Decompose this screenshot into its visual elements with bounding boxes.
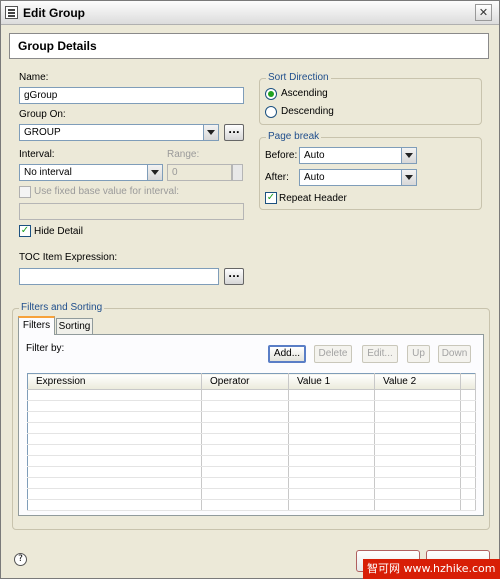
before-combo[interactable]: Auto — [299, 147, 417, 164]
table-row — [27, 455, 476, 467]
before-value: Auto — [304, 150, 325, 161]
chevron-down-icon[interactable] — [203, 125, 218, 140]
interval-combo[interactable]: No interval — [19, 164, 163, 181]
toc-browse-button[interactable]: ... — [224, 268, 244, 285]
fixed-base-field[interactable] — [19, 203, 244, 220]
ascending-radio[interactable] — [265, 88, 277, 100]
tab-sorting[interactable]: Sorting — [56, 318, 93, 335]
chevron-down-icon[interactable] — [401, 170, 416, 185]
ascending-label: Ascending — [281, 88, 328, 99]
table-header-row: Expression Operator Value 1 Value 2 — [27, 373, 476, 390]
edit-button[interactable]: Edit... — [362, 345, 398, 363]
before-label: Before: — [265, 150, 298, 161]
interval-value: No interval — [24, 167, 72, 178]
delete-button[interactable]: Delete — [314, 345, 352, 363]
repeat-header-checkbox[interactable]: ✓ — [265, 192, 277, 204]
edit-group-dialog: Edit Group ✕ Group Details Name: gGroup … — [0, 0, 500, 579]
range-field[interactable]: 0 — [167, 164, 232, 181]
hide-detail-label: Hide Detail — [34, 226, 83, 237]
page-break-title: Page break — [266, 131, 322, 142]
chevron-down-icon[interactable] — [401, 148, 416, 163]
table-row — [27, 488, 476, 500]
table-row — [27, 444, 476, 456]
page-break-group: Page break Before: Auto After: Auto ✓ Re… — [259, 131, 482, 210]
column-header-value2[interactable]: Value 2 — [374, 373, 461, 390]
range-spinner[interactable] — [232, 164, 243, 181]
table-row — [27, 389, 476, 401]
descending-label: Descending — [281, 106, 334, 117]
watermark-banner: 智可网 www.hzhike.com — [363, 559, 500, 579]
filters-table-body — [27, 389, 476, 511]
add-button[interactable]: Add... — [268, 345, 306, 363]
toc-expression-field[interactable] — [19, 268, 219, 285]
after-combo[interactable]: Auto — [299, 169, 417, 186]
table-row — [27, 477, 476, 489]
after-label: After: — [265, 172, 289, 183]
dialog-icon — [5, 6, 18, 19]
group-on-value: GROUP — [24, 127, 61, 138]
up-button[interactable]: Up — [407, 345, 430, 363]
title-bar: Edit Group ✕ — [1, 1, 499, 25]
interval-label: Interval: — [19, 149, 55, 160]
descending-radio[interactable] — [265, 106, 277, 118]
name-label: Name: — [19, 72, 49, 83]
repeat-header-label: Repeat Header — [279, 193, 347, 204]
name-field[interactable]: gGroup — [19, 87, 244, 104]
fixed-base-checkbox[interactable] — [19, 186, 31, 198]
header-title: Group Details — [18, 39, 97, 53]
table-row — [27, 400, 476, 412]
column-header-operator[interactable]: Operator — [201, 373, 289, 390]
toc-label: TOC Item Expression: — [19, 252, 118, 263]
hide-detail-checkbox[interactable]: ✓ — [19, 225, 31, 237]
help-icon[interactable]: ? — [14, 553, 27, 566]
down-button[interactable]: Down — [438, 345, 471, 363]
table-row — [27, 422, 476, 434]
window-title: Edit Group — [23, 6, 85, 20]
tab-filters[interactable]: Filters — [18, 316, 55, 335]
table-row — [27, 433, 476, 445]
group-details-header: Group Details — [9, 33, 489, 59]
group-on-browse-button[interactable]: ... — [224, 124, 244, 141]
group-on-combo[interactable]: GROUP — [19, 124, 219, 141]
filters-table[interactable]: Expression Operator Value 1 Value 2 — [27, 373, 476, 511]
after-value: Auto — [304, 172, 325, 183]
table-row — [27, 411, 476, 423]
range-label: Range: — [167, 149, 200, 160]
table-row — [27, 499, 476, 511]
close-button[interactable]: ✕ — [475, 4, 492, 21]
filter-by-label: Filter by: — [26, 343, 65, 354]
chevron-down-icon[interactable] — [147, 165, 162, 180]
group-on-label: Group On: — [19, 109, 66, 120]
sort-direction-title: Sort Direction — [266, 72, 331, 83]
column-header-value1[interactable]: Value 1 — [288, 373, 375, 390]
table-row — [27, 466, 476, 478]
fixed-base-label: Use fixed base value for interval: — [34, 186, 180, 197]
filters-sorting-title: Filters and Sorting — [19, 302, 105, 313]
sort-direction-group: Sort Direction Ascending Descending — [259, 72, 482, 125]
column-header-filler — [460, 373, 476, 390]
column-header-expression[interactable]: Expression — [27, 373, 202, 390]
